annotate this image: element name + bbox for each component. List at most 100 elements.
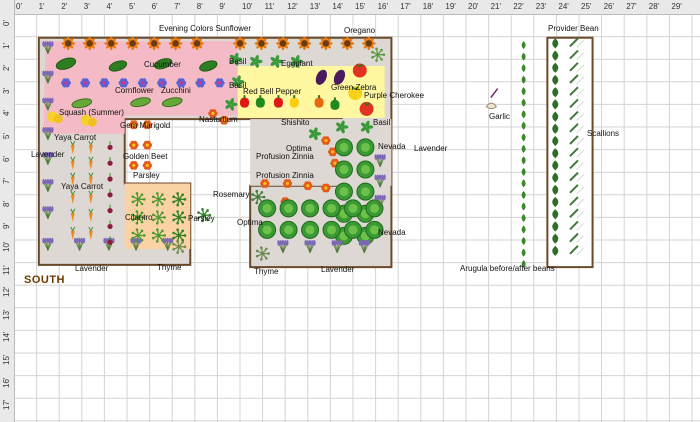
lettuce-icon — [279, 199, 298, 218]
label-nevada-2: Nevada — [378, 228, 406, 237]
ruler-top-tick: 29' — [671, 2, 682, 11]
garden-planner-canvas[interactable]: 0' 1' 2' 3' 4' 5' 6' 7' 8' 9' 10' 11' 12' 13' 14' 15' 16… — [0, 0, 700, 422]
ruler-left-tick: 10' — [2, 241, 11, 252]
ruler-left-tick: 2' — [2, 65, 11, 72]
sunflower-icon — [82, 36, 97, 51]
label-cucumber: Cucumber — [144, 60, 181, 69]
ruler-top-tick: 6' — [151, 2, 158, 11]
ruler-top-tick: 12' — [287, 2, 298, 11]
sunflower-icon — [168, 36, 183, 51]
ruler-top-tick: 11' — [264, 2, 275, 11]
lettuce-icon — [344, 220, 362, 239]
ruler-left-tick: 16' — [2, 377, 11, 388]
ruler-top-tick: 1' — [38, 2, 45, 11]
ruler-left-tick: 3' — [2, 87, 11, 94]
label-cilantro: Cilantro — [125, 213, 153, 222]
lettuce-icon — [334, 182, 353, 201]
label-evening-colors-sunflower: Evening Colors Sunflower — [159, 24, 252, 33]
label-oregano: Oregano — [344, 26, 376, 35]
ruler-left-tick: 4' — [2, 110, 11, 117]
label-scallions: Scallions — [587, 129, 620, 138]
ruler-top-tick: 23' — [535, 2, 547, 11]
ruler-top-tick: 25' — [581, 2, 592, 11]
sunflower-icon — [125, 36, 140, 51]
ruler-top-tick: 5' — [129, 2, 135, 11]
label-lavender-bottom-2: Lavender — [321, 265, 355, 274]
sunflower-icon — [254, 36, 269, 51]
garlic-icon — [485, 102, 498, 110]
ruler-top-tick: 14' — [332, 2, 343, 11]
ruler-left-tick: 13' — [2, 309, 11, 320]
zinnia-icon — [129, 161, 139, 170]
arugula-icon — [521, 214, 526, 223]
arugula-icon — [521, 133, 526, 142]
ruler-top-tick: 3' — [83, 2, 90, 11]
ruler-top-tick: 7' — [174, 2, 181, 11]
arugula-icon — [521, 202, 526, 211]
label-nasturtium: Nasturtium — [199, 115, 238, 124]
label-garlic: Garlic — [489, 112, 510, 121]
label-cornflower: Cornflower — [115, 86, 154, 95]
sunflower-icon — [297, 36, 312, 51]
label-parsley-1: Parsley — [133, 171, 160, 180]
ruler-top-tick: 24' — [558, 2, 569, 11]
sunflower-icon — [319, 36, 333, 51]
ruler-top-tick: 18' — [422, 2, 434, 11]
lettuce-icon — [334, 138, 353, 157]
arugula-icon — [521, 75, 526, 84]
arugula-icon — [521, 179, 526, 188]
sunflower-icon — [147, 36, 161, 51]
sunflower-icon — [104, 36, 118, 51]
label-squash-summer: Squash (Summer) — [59, 108, 124, 117]
sunflower-icon — [276, 36, 290, 51]
arugula-icon — [521, 98, 526, 107]
label-arugula: Arugula before/after beans — [460, 264, 555, 273]
ruler-left-tick: 14' — [2, 331, 11, 343]
ruler-left-tick: 6' — [2, 155, 11, 162]
top-ruler: 0' 1' 2' 3' 4' 5' 6' 7' 8' 9' 10' 11' 12' 13' 14' 15' 16… — [0, 0, 700, 15]
ruler-top-tick: 9' — [219, 2, 226, 11]
label-nevada-1: Nevada — [378, 142, 406, 151]
sunflower-icon — [61, 36, 76, 51]
lettuce-icon — [356, 160, 375, 179]
zinnia-icon — [142, 161, 153, 170]
label-yaya-carrot-1: Yaya Carrot — [54, 133, 97, 142]
label-lavender-bottom-1: Lavender — [75, 264, 109, 273]
ruler-left-tick: 12' — [2, 286, 11, 298]
arugula-icon — [521, 121, 526, 130]
tomato-icon — [359, 101, 374, 116]
ruler-top-tick: 16' — [377, 2, 389, 11]
label-basil-3: Basil — [373, 118, 391, 127]
label-zucchini: Zucchini — [161, 86, 191, 95]
lettuce-icon — [301, 220, 320, 239]
arugula-icon — [521, 190, 526, 199]
label-basil-1: Basil — [229, 57, 247, 66]
sunflower-icon — [340, 36, 355, 51]
lettuce-icon — [356, 138, 375, 157]
arugula-icon — [521, 52, 526, 61]
arugula-icon — [521, 237, 526, 246]
lettuce-icon — [344, 199, 362, 218]
ruler-left-tick: 0' — [2, 20, 11, 26]
ruler-top-tick: 21' — [490, 2, 502, 11]
label-thyme-1: Thyme — [157, 263, 182, 272]
ruler-top-tick: 15' — [355, 2, 366, 11]
lettuce-icon — [301, 199, 320, 218]
ruler-top-tick: 8' — [196, 2, 203, 11]
garden-layout[interactable] — [0, 0, 700, 422]
zinnia-icon — [142, 140, 153, 150]
arugula-icon — [521, 248, 526, 257]
ruler-top-tick: 22' — [513, 2, 524, 11]
ruler-left-tick: 8' — [2, 200, 11, 207]
label-lavender-right: Lavender — [414, 144, 448, 153]
ruler-left-tick: 9' — [2, 223, 11, 230]
lettuce-icon — [334, 160, 353, 179]
label-red-bell-pepper: Red Bell Pepper — [243, 87, 302, 96]
label-purple-cherokee: Purple Cherokee — [364, 91, 425, 100]
label-provider-bean: Provider Bean — [548, 24, 599, 33]
arugula-icon — [521, 64, 526, 73]
south-orientation-label: SOUTH — [24, 274, 65, 286]
label-lavender-left: Lavender — [31, 150, 65, 159]
ruler-top-tick: 27' — [626, 2, 637, 11]
ruler-top-tick: 13' — [309, 2, 321, 11]
